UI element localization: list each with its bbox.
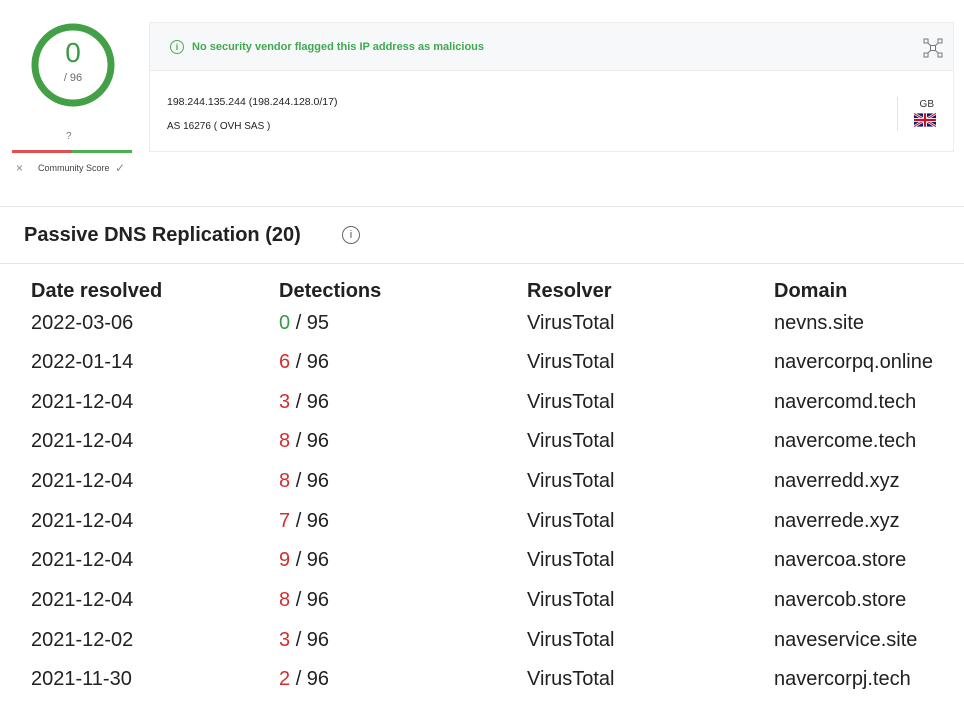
- detections[interactable]: 8 / 96: [279, 469, 329, 493]
- resolver: VirusTotal: [527, 629, 615, 651]
- column-header-domain: Domain: [774, 280, 848, 302]
- section-divider: [0, 206, 964, 207]
- community-score-bar: [12, 150, 132, 153]
- detections[interactable]: 3 / 96: [279, 628, 329, 652]
- domain-link[interactable]: navercorpq.online: [774, 350, 933, 374]
- resolver: VirusTotal: [527, 430, 615, 452]
- uk-flag-icon: [914, 113, 936, 127]
- detections[interactable]: 8 / 96: [279, 429, 329, 453]
- detection-count: 2: [279, 668, 291, 690]
- table-row: 2021-12-04 9 / 96 VirusTotal navercoa.st…: [0, 548, 964, 588]
- detection-total: / 96: [295, 668, 330, 690]
- domain-link[interactable]: nevns.site: [774, 311, 864, 335]
- detections[interactable]: 8 / 96: [279, 588, 329, 612]
- table-row: 2022-01-14 6 / 96 VirusTotal navercorpq.…: [0, 350, 964, 390]
- column-header-resolver: Resolver: [527, 280, 612, 302]
- graph-icon[interactable]: [923, 38, 943, 58]
- autonomous-system: AS 16276 ( OVH SAS ): [167, 121, 271, 132]
- date-resolved: 2021-12-04: [31, 510, 134, 532]
- community-score-row: × Community Score ✓: [14, 161, 134, 175]
- resolver: VirusTotal: [527, 589, 615, 611]
- detection-score-gauge: 0 / 96: [30, 22, 116, 108]
- resolver: VirusTotal: [527, 668, 615, 690]
- date-resolved: 2022-03-06: [31, 312, 134, 334]
- table-row: 2021-12-04 8 / 96 VirusTotal naverredd.x…: [0, 469, 964, 509]
- detections[interactable]: 6 / 96: [279, 350, 329, 374]
- domain-link[interactable]: naverrede.xyz: [774, 509, 900, 533]
- column-header-detections: Detections: [279, 280, 382, 302]
- detection-total: / 96: [295, 430, 330, 452]
- domain-link[interactable]: navercoa.store: [774, 548, 906, 572]
- resolver: VirusTotal: [527, 391, 615, 413]
- resolver: VirusTotal: [527, 470, 615, 492]
- ip-address-range: 198.244.135.244 (198.244.128.0/17): [167, 96, 338, 108]
- verdict-text: No security vendor flagged this IP addre…: [192, 41, 485, 53]
- verdict-banner: i No security vendor flagged this IP add…: [150, 23, 953, 71]
- detection-total: / 96: [295, 391, 330, 413]
- domain-link[interactable]: navercome.tech: [774, 429, 916, 453]
- table-row: 2021-12-02 3 / 96 VirusTotal naveservice…: [0, 628, 964, 668]
- domain-link[interactable]: navercob.store: [774, 588, 906, 612]
- detection-count: 0: [279, 312, 291, 334]
- section-title: Passive DNS Replication (20): [24, 224, 301, 246]
- community-score-label: Community Score: [38, 163, 110, 173]
- date-resolved: 2022-01-14: [31, 351, 134, 373]
- date-resolved: 2021-12-04: [31, 391, 134, 413]
- detection-count: 6: [279, 351, 291, 373]
- date-resolved: 2021-12-04: [31, 549, 134, 571]
- date-resolved: 2021-12-02: [31, 629, 134, 651]
- country-divider: [897, 97, 898, 131]
- domain-link[interactable]: naveservice.site: [774, 628, 917, 652]
- detections[interactable]: 0 / 95: [279, 311, 329, 335]
- detection-count: 3: [279, 629, 291, 651]
- resolver: VirusTotal: [527, 351, 615, 373]
- resolver: VirusTotal: [527, 549, 615, 571]
- detections[interactable]: 2 / 96: [279, 667, 329, 691]
- detection-total: / 96: [295, 589, 330, 611]
- detection-total: / 96: [63, 72, 83, 84]
- detection-count: 8: [279, 430, 291, 452]
- detection-count: 0: [65, 37, 81, 68]
- section-divider: [0, 263, 964, 264]
- resolver: VirusTotal: [527, 510, 615, 532]
- domain-link[interactable]: navercorpj.tech: [774, 667, 911, 691]
- resolver: VirusTotal: [527, 312, 615, 334]
- date-resolved: 2021-11-30: [31, 668, 132, 690]
- table-row: 2021-12-04 7 / 96 VirusTotal naverrede.x…: [0, 509, 964, 549]
- date-resolved: 2021-12-04: [31, 589, 134, 611]
- vote-harmful-icon[interactable]: ×: [16, 161, 23, 175]
- date-resolved: 2021-12-04: [31, 430, 134, 452]
- info-icon: i: [170, 40, 184, 54]
- detection-count: 7: [279, 510, 291, 532]
- vote-harmless-icon[interactable]: ✓: [115, 161, 125, 175]
- detection-total: / 96: [295, 510, 330, 532]
- column-header-date: Date resolved: [31, 280, 163, 302]
- detections[interactable]: 7 / 96: [279, 509, 329, 533]
- table-row: 2021-12-04 8 / 96 VirusTotal navercob.st…: [0, 588, 964, 628]
- table-row: 2021-12-04 3 / 96 VirusTotal navercomd.t…: [0, 390, 964, 430]
- detection-total: / 95: [295, 312, 330, 334]
- date-resolved: 2021-12-04: [31, 470, 134, 492]
- detections[interactable]: 3 / 96: [279, 390, 329, 414]
- detection-total: / 96: [295, 470, 330, 492]
- detection-count: 8: [279, 470, 291, 492]
- info-icon[interactable]: i: [342, 226, 360, 244]
- domain-link[interactable]: navercomd.tech: [774, 390, 916, 414]
- ip-summary-card: i No security vendor flagged this IP add…: [149, 22, 954, 152]
- table-row: 2021-11-30 2 / 96 VirusTotal navercorpj.…: [0, 667, 964, 705]
- country-code: GB: [919, 99, 934, 110]
- detection-total: / 96: [295, 549, 330, 571]
- domain-link[interactable]: naverredd.xyz: [774, 469, 900, 493]
- detection-count: 9: [279, 549, 291, 571]
- community-score-value: ?: [66, 131, 72, 142]
- detections[interactable]: 9 / 96: [279, 548, 329, 572]
- detection-total: / 96: [295, 629, 330, 651]
- table-row: 2021-12-04 8 / 96 VirusTotal navercome.t…: [0, 429, 964, 469]
- table-row: 2022-03-06 0 / 95 VirusTotal nevns.site: [0, 311, 964, 351]
- detection-count: 8: [279, 589, 291, 611]
- detection-total: / 96: [295, 351, 330, 373]
- detection-count: 3: [279, 391, 291, 413]
